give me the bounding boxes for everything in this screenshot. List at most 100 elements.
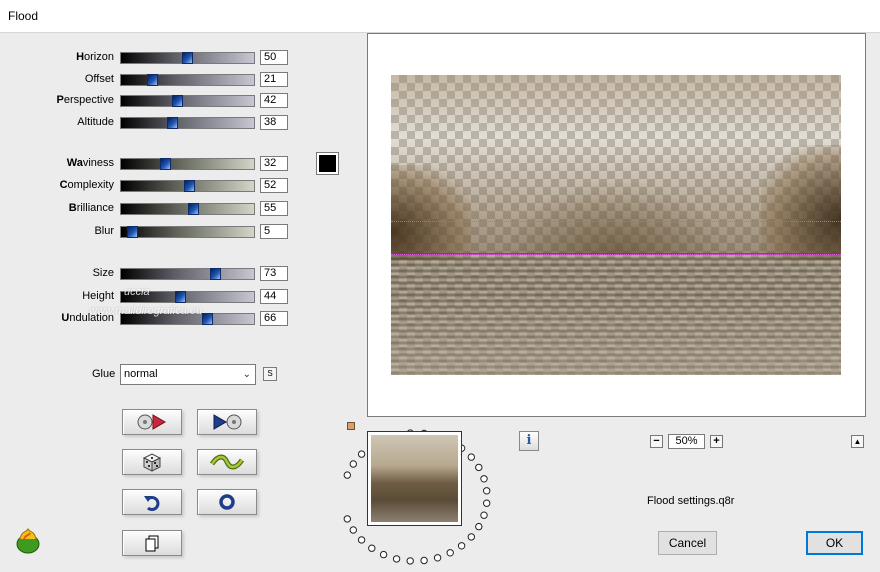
- randomize-button[interactable]: [122, 449, 182, 475]
- copy-button[interactable]: [122, 530, 182, 556]
- navigator-ring-dot[interactable]: [349, 526, 357, 534]
- waviness-label: Waviness: [0, 157, 114, 169]
- brilliance-value-field[interactable]: 55: [260, 201, 288, 216]
- waviness-value-field[interactable]: 32: [260, 156, 288, 171]
- perspective-label: Perspective: [0, 94, 114, 106]
- perspective-label-mnemonic: P: [56, 94, 64, 106]
- offset-slider[interactable]: [120, 74, 255, 86]
- navigator-ring-dot[interactable]: [357, 450, 366, 458]
- zoom-in-button[interactable]: +: [710, 435, 723, 448]
- complexity-slider[interactable]: [120, 180, 255, 192]
- slider-row-complexity: Complexity 52: [0, 178, 300, 194]
- navigator-ring-dot[interactable]: [480, 475, 488, 483]
- offset-slider-thumb[interactable]: [147, 74, 158, 86]
- brilliance-label-mnemonic: B: [68, 202, 77, 214]
- navigator-ring-dot[interactable]: [433, 554, 442, 562]
- navigator-ring-dot[interactable]: [483, 487, 491, 495]
- altitude-label-text: Altitude: [77, 116, 114, 128]
- navigator-ring-dot[interactable]: [343, 471, 352, 479]
- undulation-value-field[interactable]: 66: [260, 311, 288, 326]
- brilliance-slider[interactable]: [120, 203, 255, 215]
- navigator-ring-dot[interactable]: [483, 499, 491, 507]
- navigator-ring-dot[interactable]: [379, 550, 388, 559]
- glue-select[interactable]: normal ⌄: [120, 364, 256, 385]
- horizon-slider-thumb[interactable]: [182, 52, 193, 64]
- waviness-slider[interactable]: [120, 158, 255, 170]
- brilliance-slider-thumb[interactable]: [188, 203, 199, 215]
- size-slider-thumb[interactable]: [210, 268, 221, 280]
- brilliance-label-text: rilliance: [76, 202, 114, 214]
- navigator-ring-dot[interactable]: [467, 533, 476, 541]
- wave-button[interactable]: [197, 449, 257, 475]
- navigator-ring-dot[interactable]: [446, 549, 454, 557]
- info-button[interactable]: i: [519, 431, 539, 451]
- offset-label-text: Offset: [84, 73, 114, 85]
- offset-value-field[interactable]: 21: [260, 72, 288, 87]
- horizon-label-text: orizon: [84, 51, 114, 63]
- blur-label-text: Blur: [94, 225, 114, 237]
- cancel-button[interactable]: Cancel: [658, 531, 717, 555]
- window-title: Flood: [8, 9, 39, 23]
- undo-icon: [144, 496, 160, 511]
- glue-s-button[interactable]: S: [263, 367, 277, 381]
- preview-window[interactable]: [367, 33, 866, 417]
- disk-prev-icon: [137, 414, 166, 430]
- undo-button[interactable]: [122, 489, 182, 515]
- complexity-value-field[interactable]: 52: [260, 178, 288, 193]
- altitude-slider[interactable]: [120, 117, 255, 129]
- watermark-line1: uccia: [124, 286, 150, 298]
- undulation-slider-thumb[interactable]: [202, 313, 213, 325]
- blur-value-field[interactable]: 5: [260, 224, 288, 239]
- navigator-ring-dot[interactable]: [480, 511, 488, 519]
- blur-slider[interactable]: [120, 226, 255, 238]
- waviness-slider-thumb[interactable]: [160, 158, 171, 170]
- height-value-field[interactable]: 44: [260, 289, 288, 304]
- navigator-ring-dot[interactable]: [475, 522, 483, 531]
- play-disk-icon: [213, 414, 242, 430]
- navigator-ring-dot[interactable]: [392, 555, 401, 563]
- navigator-ring-dot[interactable]: [475, 463, 483, 472]
- offset-label: Offset: [0, 73, 114, 85]
- complexity-label-mnemonic: C: [59, 179, 68, 191]
- perspective-slider-thumb[interactable]: [172, 95, 183, 107]
- size-slider[interactable]: [120, 268, 255, 280]
- navigator-ring-dot[interactable]: [349, 460, 357, 468]
- offset-guide-line[interactable]: [391, 254, 841, 255]
- altitude-label: Altitude: [0, 116, 114, 128]
- navigator-ring-dot[interactable]: [467, 453, 476, 461]
- ring-icon: [219, 494, 235, 510]
- zoom-level[interactable]: 50%: [668, 434, 705, 449]
- waviness-label-text: viness: [82, 157, 114, 169]
- navigator-thumbnail[interactable]: [367, 431, 462, 526]
- horizon-value-field[interactable]: 50: [260, 50, 288, 65]
- size-value-field[interactable]: 73: [260, 266, 288, 281]
- size-label-text: Size: [92, 267, 114, 279]
- altitude-slider-thumb[interactable]: [167, 117, 178, 129]
- waviness-label-mnemonic: Wa: [66, 157, 83, 169]
- dialog-client: Horizon 50 Offset 21 Perspective 42 Altitude 38…: [0, 33, 880, 572]
- perspective-value-field[interactable]: 42: [260, 93, 288, 108]
- navigator-ring-dot[interactable]: [343, 515, 352, 523]
- navigator-ring-dot[interactable]: [406, 557, 414, 565]
- perspective-slider[interactable]: [120, 95, 255, 107]
- navigator-ring-dot[interactable]: [368, 544, 376, 552]
- brilliance-label: Brilliance: [0, 202, 114, 214]
- horizon-slider[interactable]: [120, 52, 255, 64]
- reset-button[interactable]: [197, 489, 257, 515]
- blur-slider-thumb[interactable]: [127, 226, 138, 238]
- prev-preset-button[interactable]: [122, 409, 182, 435]
- navigator-ring-dot[interactable]: [457, 542, 466, 550]
- navigator-ring-dot[interactable]: [357, 536, 366, 544]
- app-logo-icon: [16, 527, 40, 554]
- ok-button[interactable]: OK: [806, 531, 863, 555]
- collapse-button[interactable]: ▲: [851, 435, 864, 448]
- next-preset-button[interactable]: [197, 409, 257, 435]
- complexity-slider-thumb[interactable]: [184, 180, 195, 192]
- glue-label: Glue: [92, 368, 116, 380]
- navigator-ring-dot[interactable]: [420, 556, 428, 565]
- color-swatch[interactable]: [316, 152, 339, 175]
- altitude-value-field[interactable]: 38: [260, 115, 288, 130]
- horizon-guide-line[interactable]: [391, 221, 841, 222]
- slider-row-size: Size 73: [0, 266, 300, 282]
- zoom-out-button[interactable]: −: [650, 435, 663, 448]
